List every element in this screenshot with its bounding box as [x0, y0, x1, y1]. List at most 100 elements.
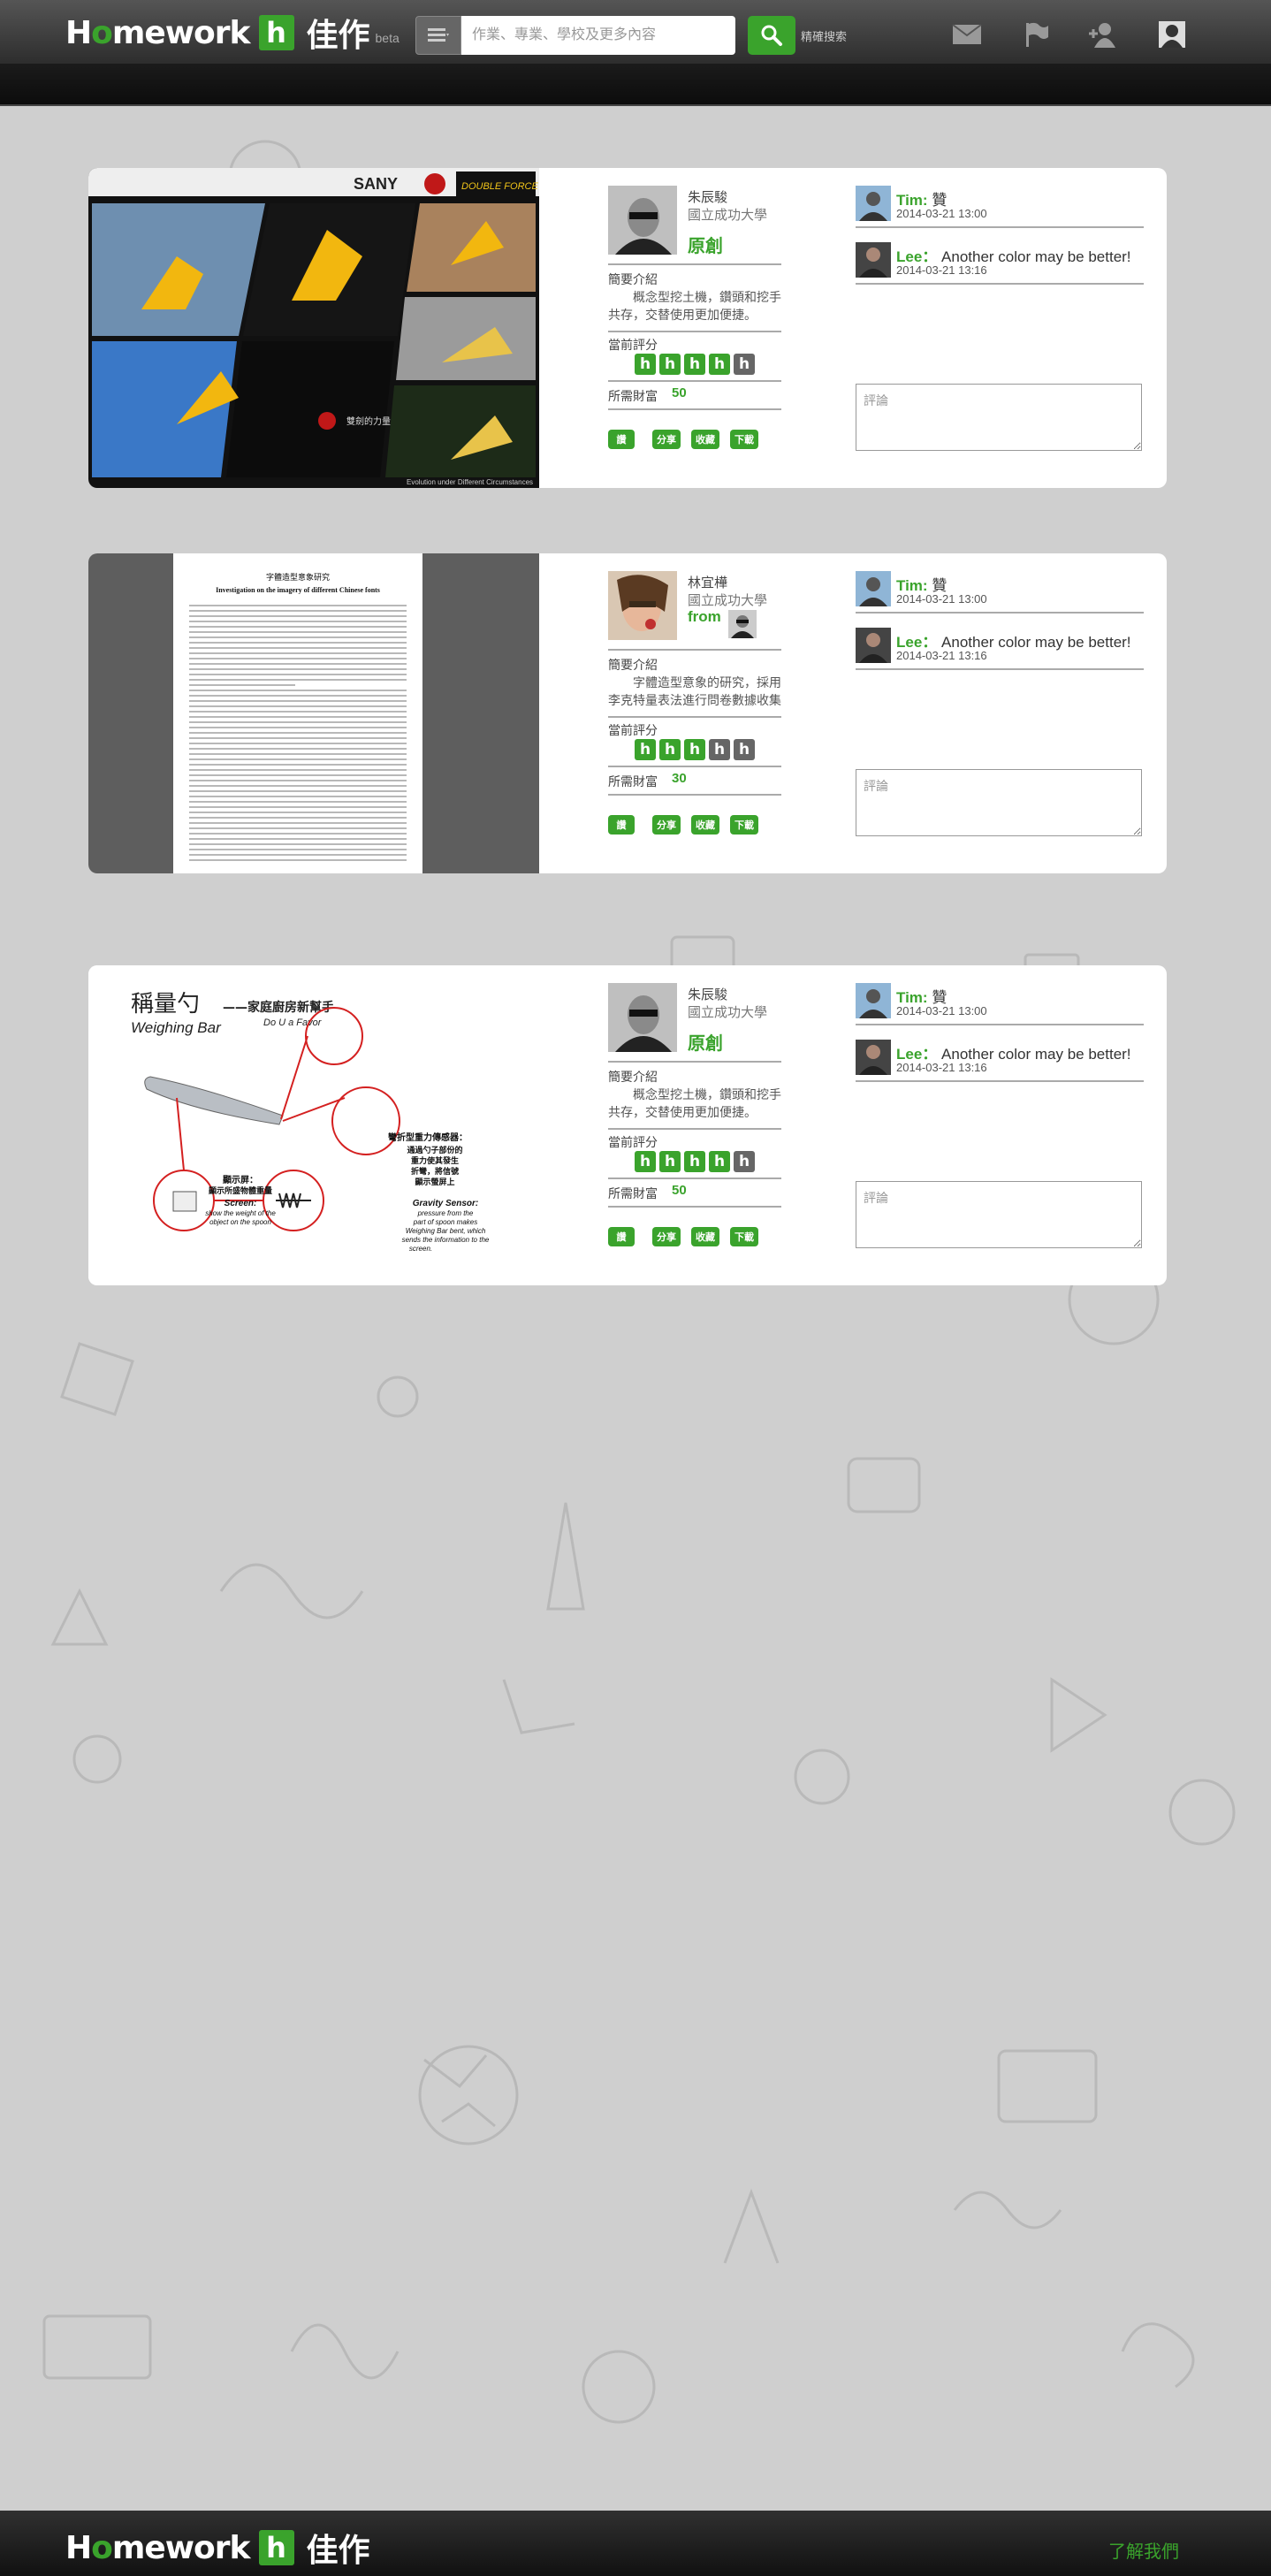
- rating-badge-icon[interactable]: h: [734, 739, 755, 760]
- rating-badge-icon[interactable]: h: [684, 739, 705, 760]
- commenter-avatar[interactable]: [856, 1040, 891, 1075]
- thumb-brand: SANY: [354, 175, 398, 193]
- rating-badge-icon[interactable]: h: [709, 1151, 730, 1172]
- author-school: 國立成功大學: [688, 208, 768, 223]
- intro-text: 字體造型意象的研究，採用李克特量表法進行問卷數據收集: [608, 675, 781, 707]
- work-thumbnail-weighing-bar[interactable]: 稱量勺 Weighing Bar ——家庭廚房新幫手 Do U a Favor …: [88, 965, 539, 1285]
- rating-row[interactable]: hhhhh: [635, 739, 755, 760]
- screen-desc-en-1: show the weight of the: [205, 1209, 276, 1217]
- paper-line: [189, 716, 407, 718]
- work-thumbnail-paper[interactable]: 字體造型意象研究 Investigation on the imagery of…: [88, 553, 539, 873]
- favorite-button[interactable]: 收藏: [691, 815, 719, 835]
- logo[interactable]: Homework h 佳作 beta: [65, 14, 400, 55]
- download-button[interactable]: 下載: [730, 815, 758, 835]
- comment-input[interactable]: [856, 769, 1142, 836]
- like-button[interactable]: 讚: [608, 430, 635, 449]
- divider: [608, 408, 781, 410]
- rating-badge-icon[interactable]: h: [635, 354, 656, 375]
- author-avatar[interactable]: [608, 983, 677, 1052]
- profile-button[interactable]: [1154, 19, 1190, 50]
- rating-badge-icon[interactable]: h: [684, 354, 705, 375]
- mail-button[interactable]: [949, 19, 985, 50]
- intro-text: 概念型挖土機，鑽頭和挖手共存，交替使用更加便捷。: [608, 290, 781, 322]
- share-button[interactable]: 分享: [652, 430, 681, 449]
- author-name[interactable]: 林宜樺: [688, 573, 727, 591]
- comment-input[interactable]: [856, 384, 1142, 451]
- divider: [856, 1080, 1144, 1082]
- paper-line: [189, 605, 407, 606]
- work-thumbnail-excavator[interactable]: SANY DOUBLE FORCE 雙劍的力量 Evolution under …: [88, 168, 539, 488]
- share-button[interactable]: 分享: [652, 1227, 681, 1246]
- wealth-label: 所需財富: [608, 1186, 658, 1200]
- author-school: 國立成功大學: [688, 593, 768, 608]
- add-friend-button[interactable]: [1085, 19, 1121, 50]
- favorite-button[interactable]: 收藏: [691, 1227, 719, 1246]
- search-category-button[interactable]: [415, 16, 461, 55]
- advanced-search-link[interactable]: 精確搜索: [801, 27, 847, 44]
- comment-input[interactable]: [856, 1181, 1142, 1248]
- avatar-image: [608, 571, 677, 640]
- rating-badge-icon[interactable]: h: [659, 739, 681, 760]
- source-avatar[interactable]: [728, 610, 757, 638]
- paper-line: [189, 774, 407, 776]
- divider: [608, 766, 781, 767]
- search-input[interactable]: [461, 16, 735, 55]
- rating-badge-icon[interactable]: h: [734, 1151, 755, 1172]
- rating-badge-icon[interactable]: h: [635, 1151, 656, 1172]
- rating-badge-icon[interactable]: h: [734, 354, 755, 375]
- comment-time: 2014-03-21 13:00: [896, 592, 987, 606]
- author-avatar[interactable]: [608, 571, 677, 640]
- paper-line: [189, 690, 407, 691]
- thumb-title-cn: 稱量勺: [131, 991, 200, 1017]
- flag-button[interactable]: [1018, 19, 1054, 50]
- commenter-avatar[interactable]: [856, 186, 891, 221]
- paper-line: [189, 859, 407, 861]
- like-button[interactable]: 讚: [608, 1227, 635, 1246]
- paper-line: [189, 732, 407, 734]
- work-source-label: from: [688, 608, 721, 625]
- download-button[interactable]: 下載: [730, 430, 758, 449]
- paper-line: [189, 827, 407, 829]
- sensor-desc-cn-1: 通過勺子部份的: [407, 1145, 462, 1155]
- commenter-avatar[interactable]: [856, 242, 891, 278]
- rating-badge-icon[interactable]: h: [635, 739, 656, 760]
- paper-line: [189, 674, 407, 675]
- wealth-value: 50: [672, 1183, 687, 1198]
- rating-badge-icon[interactable]: h: [659, 354, 681, 375]
- rating-badge-icon[interactable]: h: [684, 1151, 705, 1172]
- paper-line: [189, 727, 407, 728]
- gravity-desc-en-2: part of spoon makes: [413, 1218, 477, 1226]
- search-button[interactable]: [748, 16, 795, 55]
- about-us-link[interactable]: 了解我們: [1108, 2537, 1179, 2563]
- work-card: 字體造型意象研究 Investigation on the imagery of…: [88, 553, 1167, 873]
- sensor-desc-cn-2: 重力使其發生: [411, 1155, 459, 1166]
- rating-row[interactable]: hhhhh: [635, 354, 755, 375]
- paper-line: [189, 621, 407, 622]
- screen-label-cn: 顯示屏：: [223, 1175, 258, 1185]
- author-name[interactable]: 朱辰駿: [688, 187, 727, 206]
- paper-line: [189, 647, 407, 649]
- rating-badge-icon[interactable]: h: [659, 1151, 681, 1172]
- paper-line: [189, 854, 407, 856]
- favorite-button[interactable]: 收藏: [691, 430, 719, 449]
- commenter-avatar[interactable]: [856, 983, 891, 1018]
- author-name[interactable]: 朱辰駿: [688, 985, 727, 1003]
- share-button[interactable]: 分享: [652, 815, 681, 835]
- divider: [608, 1206, 781, 1208]
- author-avatar[interactable]: [608, 186, 677, 255]
- paper-line: [189, 658, 407, 659]
- thumb-subtitle-en: Do U a Favor: [263, 1017, 323, 1028]
- gravity-label-en: Gravity Sensor:: [413, 1199, 478, 1208]
- footer-logo[interactable]: Homework h 佳作: [65, 2525, 370, 2571]
- rating-row[interactable]: hhhhh: [635, 1151, 755, 1172]
- paper-line: [189, 801, 407, 803]
- sensor-desc-cn-4: 顯示螢屏上: [415, 1177, 454, 1187]
- paper-line: [189, 615, 407, 617]
- commenter-avatar[interactable]: [856, 628, 891, 663]
- download-button[interactable]: 下載: [730, 1227, 758, 1246]
- footer-logo-wordmark: Homework: [65, 2529, 250, 2566]
- rating-badge-icon[interactable]: h: [709, 354, 730, 375]
- like-button[interactable]: 讚: [608, 815, 635, 835]
- rating-badge-icon[interactable]: h: [709, 739, 730, 760]
- commenter-avatar[interactable]: [856, 571, 891, 606]
